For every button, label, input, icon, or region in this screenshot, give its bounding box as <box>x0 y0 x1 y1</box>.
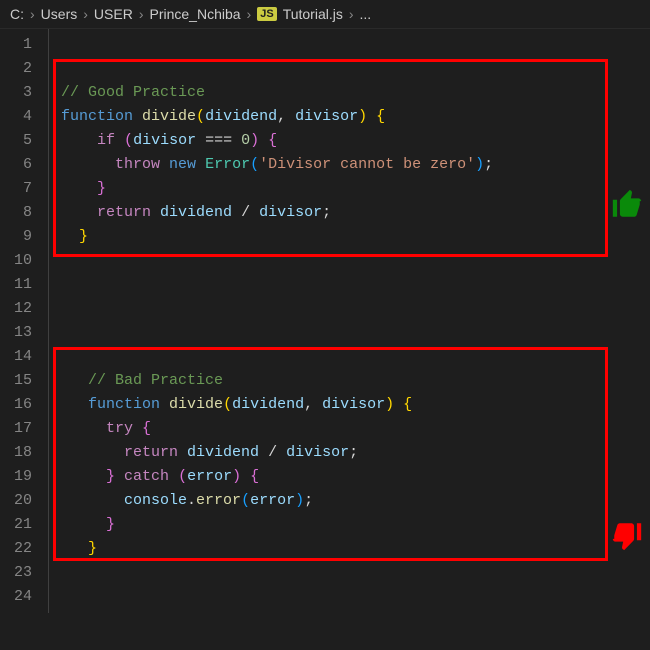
line-number: 11 <box>0 273 32 297</box>
code-editor[interactable]: 123456789101112131415161718192021222324 … <box>0 28 650 613</box>
line-number: 16 <box>0 393 32 417</box>
line-number: 17 <box>0 417 32 441</box>
line-number: 12 <box>0 297 32 321</box>
line-number: 8 <box>0 201 32 225</box>
line-number: 3 <box>0 81 32 105</box>
line-number: 14 <box>0 345 32 369</box>
line-number: 1 <box>0 33 32 57</box>
js-file-icon: JS <box>257 7 276 21</box>
line-number: 9 <box>0 225 32 249</box>
line-number: 15 <box>0 369 32 393</box>
line-number: 5 <box>0 129 32 153</box>
line-number-gutter: 123456789101112131415161718192021222324 <box>0 29 48 613</box>
chevron-right-icon: › <box>83 6 88 22</box>
line-number: 18 <box>0 441 32 465</box>
line-number: 2 <box>0 57 32 81</box>
chevron-right-icon: › <box>30 6 35 22</box>
code-area[interactable]: // Good Practice function divide(dividen… <box>48 29 650 613</box>
line-number: 10 <box>0 249 32 273</box>
breadcrumb[interactable]: C: › Users › USER › Prince_Nchiba › JS T… <box>0 0 650 28</box>
code-comment: // Bad Practice <box>88 372 223 389</box>
breadcrumb-segment[interactable]: Prince_Nchiba <box>149 6 240 22</box>
chevron-right-icon: › <box>247 6 252 22</box>
line-number: 23 <box>0 561 32 585</box>
line-number: 22 <box>0 537 32 561</box>
chevron-right-icon: › <box>349 6 354 22</box>
line-number: 6 <box>0 153 32 177</box>
line-number: 4 <box>0 105 32 129</box>
chevron-right-icon: › <box>139 6 144 22</box>
line-number: 13 <box>0 321 32 345</box>
line-number: 24 <box>0 585 32 609</box>
breadcrumb-segment[interactable]: USER <box>94 6 133 22</box>
line-number: 20 <box>0 489 32 513</box>
line-number: 19 <box>0 465 32 489</box>
breadcrumb-more[interactable]: ... <box>360 6 372 22</box>
breadcrumb-segment[interactable]: Users <box>41 6 78 22</box>
breadcrumb-segment[interactable]: C: <box>10 6 24 22</box>
line-number: 21 <box>0 513 32 537</box>
line-number: 7 <box>0 177 32 201</box>
breadcrumb-file[interactable]: Tutorial.js <box>283 6 343 22</box>
code-comment: // Good Practice <box>61 84 205 101</box>
